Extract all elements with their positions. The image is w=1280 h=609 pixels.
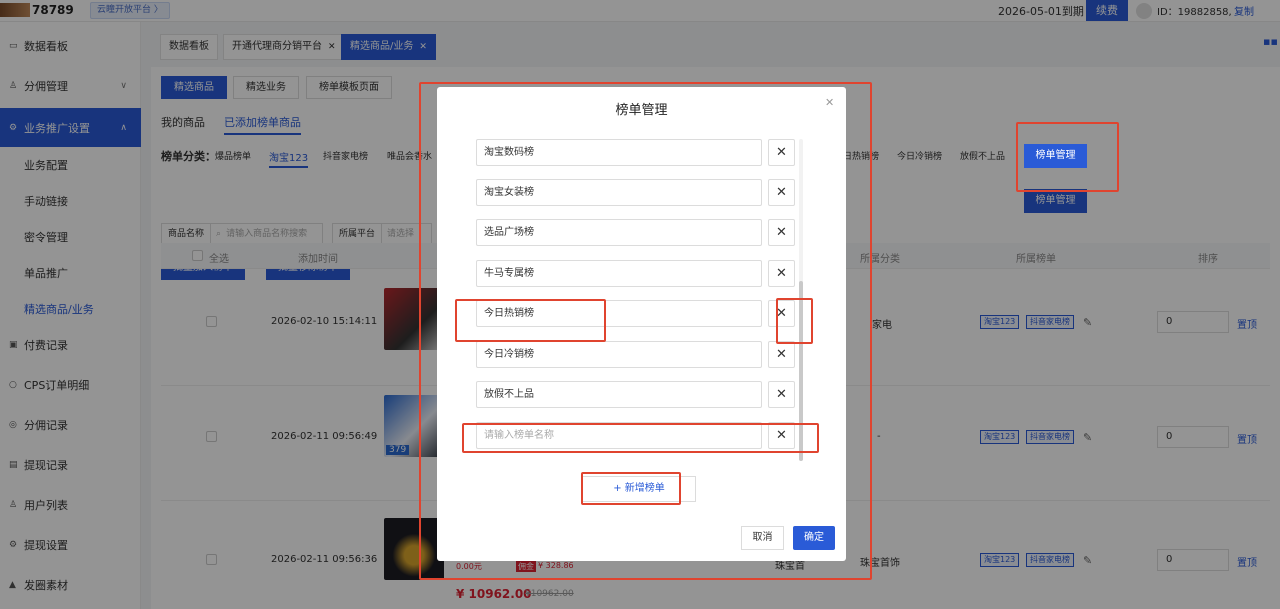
close-icon[interactable]: ✕ <box>825 96 834 109</box>
list-name-field[interactable]: 放假不上品 <box>476 381 762 408</box>
annotation-hot-list-box <box>455 299 606 342</box>
annotation-delete-box <box>776 298 813 344</box>
modal-title: 榜单管理 <box>615 103 668 118</box>
list-manage-button-highlight[interactable]: 榜单管理 <box>1024 144 1087 168</box>
list-name-field[interactable]: 淘宝数码榜 <box>476 139 762 166</box>
annotation-add-button-box <box>581 472 681 505</box>
list-name-field[interactable]: 淘宝女装榜 <box>476 179 762 206</box>
delete-icon[interactable]: ✕ <box>768 219 795 246</box>
list-name-field[interactable]: 牛马专属榜 <box>476 260 762 287</box>
list-name-field[interactable]: 选品广场榜 <box>476 219 762 246</box>
delete-icon[interactable]: ✕ <box>768 260 795 287</box>
cancel-button[interactable]: 取消 <box>741 526 784 550</box>
list-name-field[interactable]: 今日冷销榜 <box>476 341 762 368</box>
annotation-new-input-box <box>462 423 819 453</box>
confirm-button[interactable]: 确定 <box>793 526 835 550</box>
delete-icon[interactable]: ✕ <box>768 341 795 368</box>
delete-icon[interactable]: ✕ <box>768 381 795 408</box>
delete-icon[interactable]: ✕ <box>768 179 795 206</box>
delete-icon[interactable]: ✕ <box>768 139 795 166</box>
